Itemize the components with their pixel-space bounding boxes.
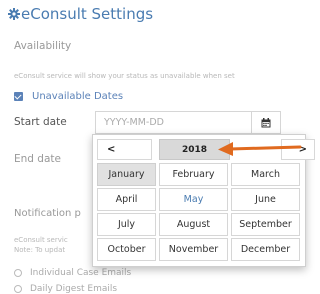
month-july[interactable]: July	[97, 213, 156, 236]
month-june[interactable]: June	[231, 188, 300, 211]
page-title: eConsult Settings	[8, 5, 153, 23]
month-december[interactable]: December	[231, 238, 300, 261]
month-may[interactable]: May	[159, 188, 228, 211]
previous-year-button[interactable]: <	[97, 139, 152, 160]
individual-case-emails-radio[interactable]	[14, 269, 22, 277]
start-date-label: Start date	[14, 116, 67, 128]
month-august[interactable]: August	[159, 213, 228, 236]
unavailable-dates-toggle[interactable]: Unavailable Dates	[14, 91, 123, 102]
unavailable-dates-label: Unavailable Dates	[32, 91, 124, 102]
individual-case-emails-option[interactable]: Individual Case Emails	[14, 268, 131, 278]
start-date-input[interactable]	[95, 111, 252, 134]
notification-help-text-1: eConsult servic	[14, 236, 68, 244]
month-november[interactable]: November	[159, 238, 228, 261]
month-april[interactable]: April	[97, 188, 156, 211]
end-date-label: End date	[14, 153, 61, 165]
notification-preferences-heading: Notification p	[14, 208, 81, 219]
individual-case-emails-label: Individual Case Emails	[30, 268, 132, 278]
month-january[interactable]: January	[97, 163, 156, 186]
arrow-left-icon	[218, 142, 302, 156]
notification-help-text-2: Note: To updat	[14, 246, 66, 254]
month-march[interactable]: March	[231, 163, 300, 186]
availability-help-text: eConsult service will show your status a…	[14, 72, 235, 80]
calendar-button[interactable]	[251, 111, 281, 134]
month-february[interactable]: February	[159, 163, 228, 186]
gear-icon	[8, 8, 20, 20]
month-october[interactable]: October	[97, 238, 156, 261]
page-title-text: eConsult Settings	[21, 5, 154, 23]
calendar-icon	[261, 117, 271, 127]
unavailable-dates-checkbox[interactable]	[14, 92, 23, 101]
availability-heading: Availability	[14, 40, 72, 52]
month-september[interactable]: September	[231, 213, 300, 236]
daily-digest-emails-radio[interactable]	[14, 285, 22, 293]
month-grid: January February March April May June Ju…	[97, 163, 300, 261]
